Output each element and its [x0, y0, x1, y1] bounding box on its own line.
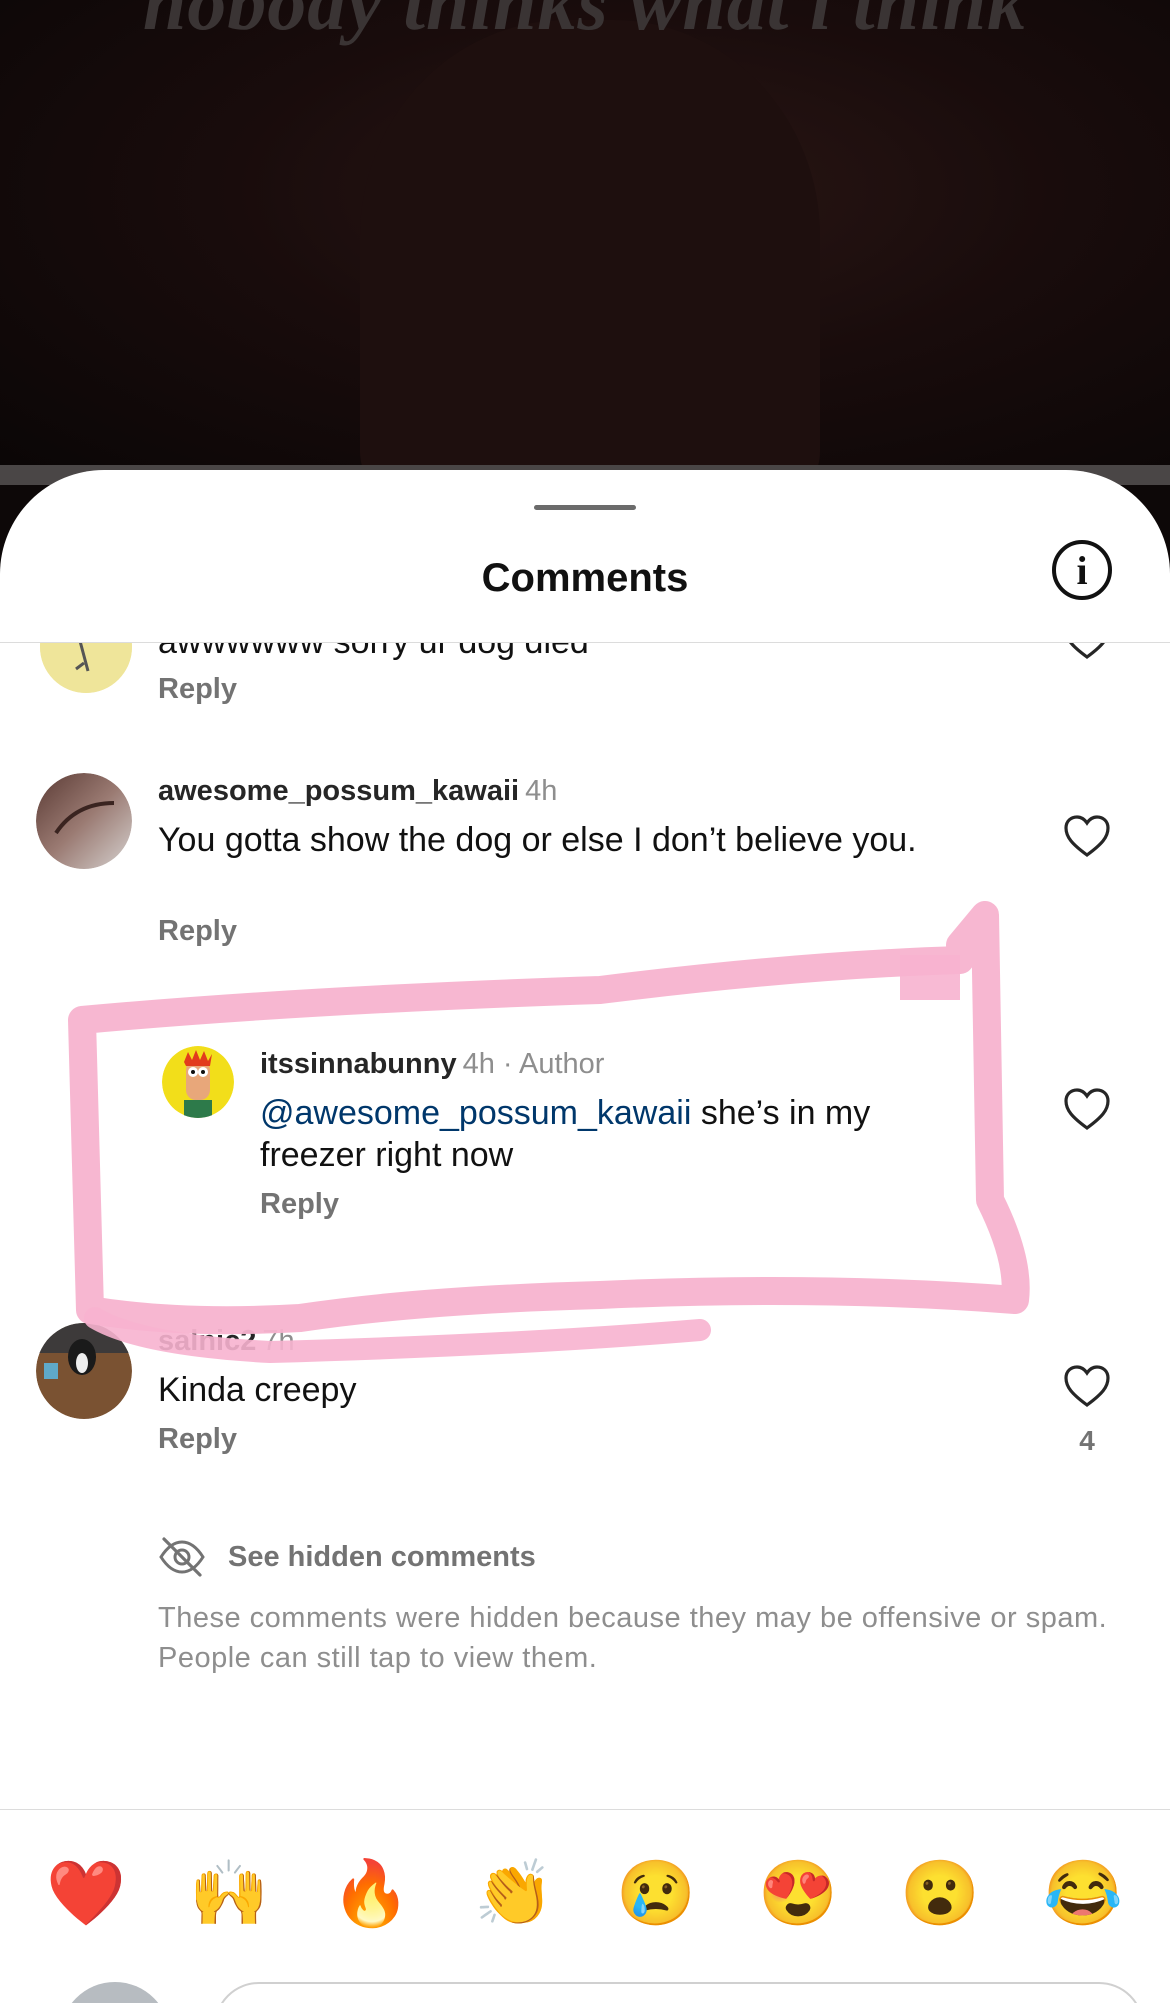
reply-button[interactable]: Reply — [158, 915, 237, 948]
like-count[interactable]: 4 — [1067, 1425, 1107, 1457]
info-glyph: i — [1076, 547, 1088, 593]
emoji-raising-hands[interactable]: 🙌 — [189, 1853, 269, 1933]
see-hidden-comments-button[interactable]: See hidden comments — [158, 1532, 536, 1582]
emoji-tears-of-joy[interactable]: 😂 — [1043, 1853, 1123, 1933]
reply-button[interactable]: Reply — [158, 673, 237, 706]
username-text: salnic2 — [158, 1325, 257, 1357]
sheet-title: Comments — [481, 556, 689, 600]
comment-item: salnic2 7h Kinda creepy Reply 4 — [0, 1323, 1170, 1503]
comment-list[interactable]: awwwwww sorry ur dog died Reply — [0, 643, 1170, 1783]
comment-item: awwwwww sorry ur dog died Reply — [0, 643, 1170, 763]
current-user-avatar — [60, 1982, 170, 2003]
comment-text: Kinda creepy — [158, 1371, 357, 1409]
emoji-reaction-bar: ❤️ 🙌 🔥 👏 😢 😍 😮 😂 — [0, 1853, 1170, 1933]
like-heart-icon[interactable] — [1062, 1363, 1112, 1409]
comments-sheet: Comments i awwwwww sorry ur dog died Rep… — [0, 470, 1170, 2003]
emoji-clapping-hands[interactable]: 👏 — [474, 1853, 554, 1933]
video-caption: nobody thinks what i think — [142, 0, 1028, 46]
avatar-image — [40, 643, 132, 693]
avatar-image — [162, 1046, 234, 1118]
avatar[interactable] — [162, 1046, 234, 1118]
comment-text: awwwwww sorry ur dog died — [158, 643, 948, 663]
emoji-crying-face[interactable]: 😢 — [616, 1853, 696, 1933]
emoji-heart-eyes[interactable]: 😍 — [758, 1853, 838, 1933]
emoji-surprised-face[interactable]: 😮 — [900, 1853, 980, 1933]
like-heart-icon[interactable] — [1062, 813, 1112, 859]
comment-input[interactable] — [214, 1982, 1144, 2003]
reply-button[interactable]: Reply — [260, 1188, 339, 1221]
avatar-image — [36, 773, 132, 869]
avatar-image — [36, 1323, 132, 1419]
comment-time: 4h — [462, 1048, 495, 1080]
emoji-fire[interactable]: 🔥 — [331, 1853, 411, 1933]
info-icon[interactable]: i — [1052, 540, 1112, 600]
avatar[interactable] — [40, 643, 132, 693]
hidden-comments-description: These comments were hidden because they … — [158, 1602, 1108, 1674]
see-hidden-comments-label: See hidden comments — [228, 1540, 536, 1573]
comment-time: 7h — [262, 1325, 295, 1357]
video-backdrop: nobody thinks what i think — [0, 0, 1170, 475]
avatar[interactable] — [36, 1323, 132, 1419]
username-text: awesome_possum_kawaii — [158, 775, 520, 807]
footer-divider — [0, 1809, 1170, 1810]
sheet-grabber[interactable] — [534, 505, 636, 510]
comment-text: @awesome_possum_kawaii she’s in my freez… — [260, 1092, 950, 1176]
eye-slash-icon — [159, 1537, 205, 1577]
reply-button[interactable]: Reply — [158, 1423, 237, 1456]
backdrop-figure — [360, 20, 820, 475]
avatar[interactable] — [36, 773, 132, 869]
emoji-red-heart[interactable]: ❤️ — [46, 1853, 126, 1933]
username-text: itssinnabunny — [260, 1048, 457, 1080]
like-heart-icon[interactable] — [1062, 643, 1112, 661]
author-tag: · Author — [502, 1048, 605, 1080]
comment-item: awesome_possum_kawaii 4h You gotta show t… — [0, 773, 1170, 953]
mention-link[interactable]: @awesome_possum_kawaii — [260, 1094, 691, 1132]
comment-username[interactable]: salnic2 7h — [158, 1325, 295, 1358]
reply-comment-item: itssinnabunny 4h · Author @awesome_possum… — [0, 1046, 1170, 1226]
comment-username[interactable]: itssinnabunny 4h · Author — [260, 1048, 604, 1081]
comment-text: You gotta show the dog or else I don’t b… — [158, 821, 917, 859]
comment-time: 4h — [525, 775, 558, 807]
like-heart-icon[interactable] — [1062, 1086, 1112, 1132]
comment-username[interactable]: awesome_possum_kawaii 4h — [158, 775, 557, 808]
